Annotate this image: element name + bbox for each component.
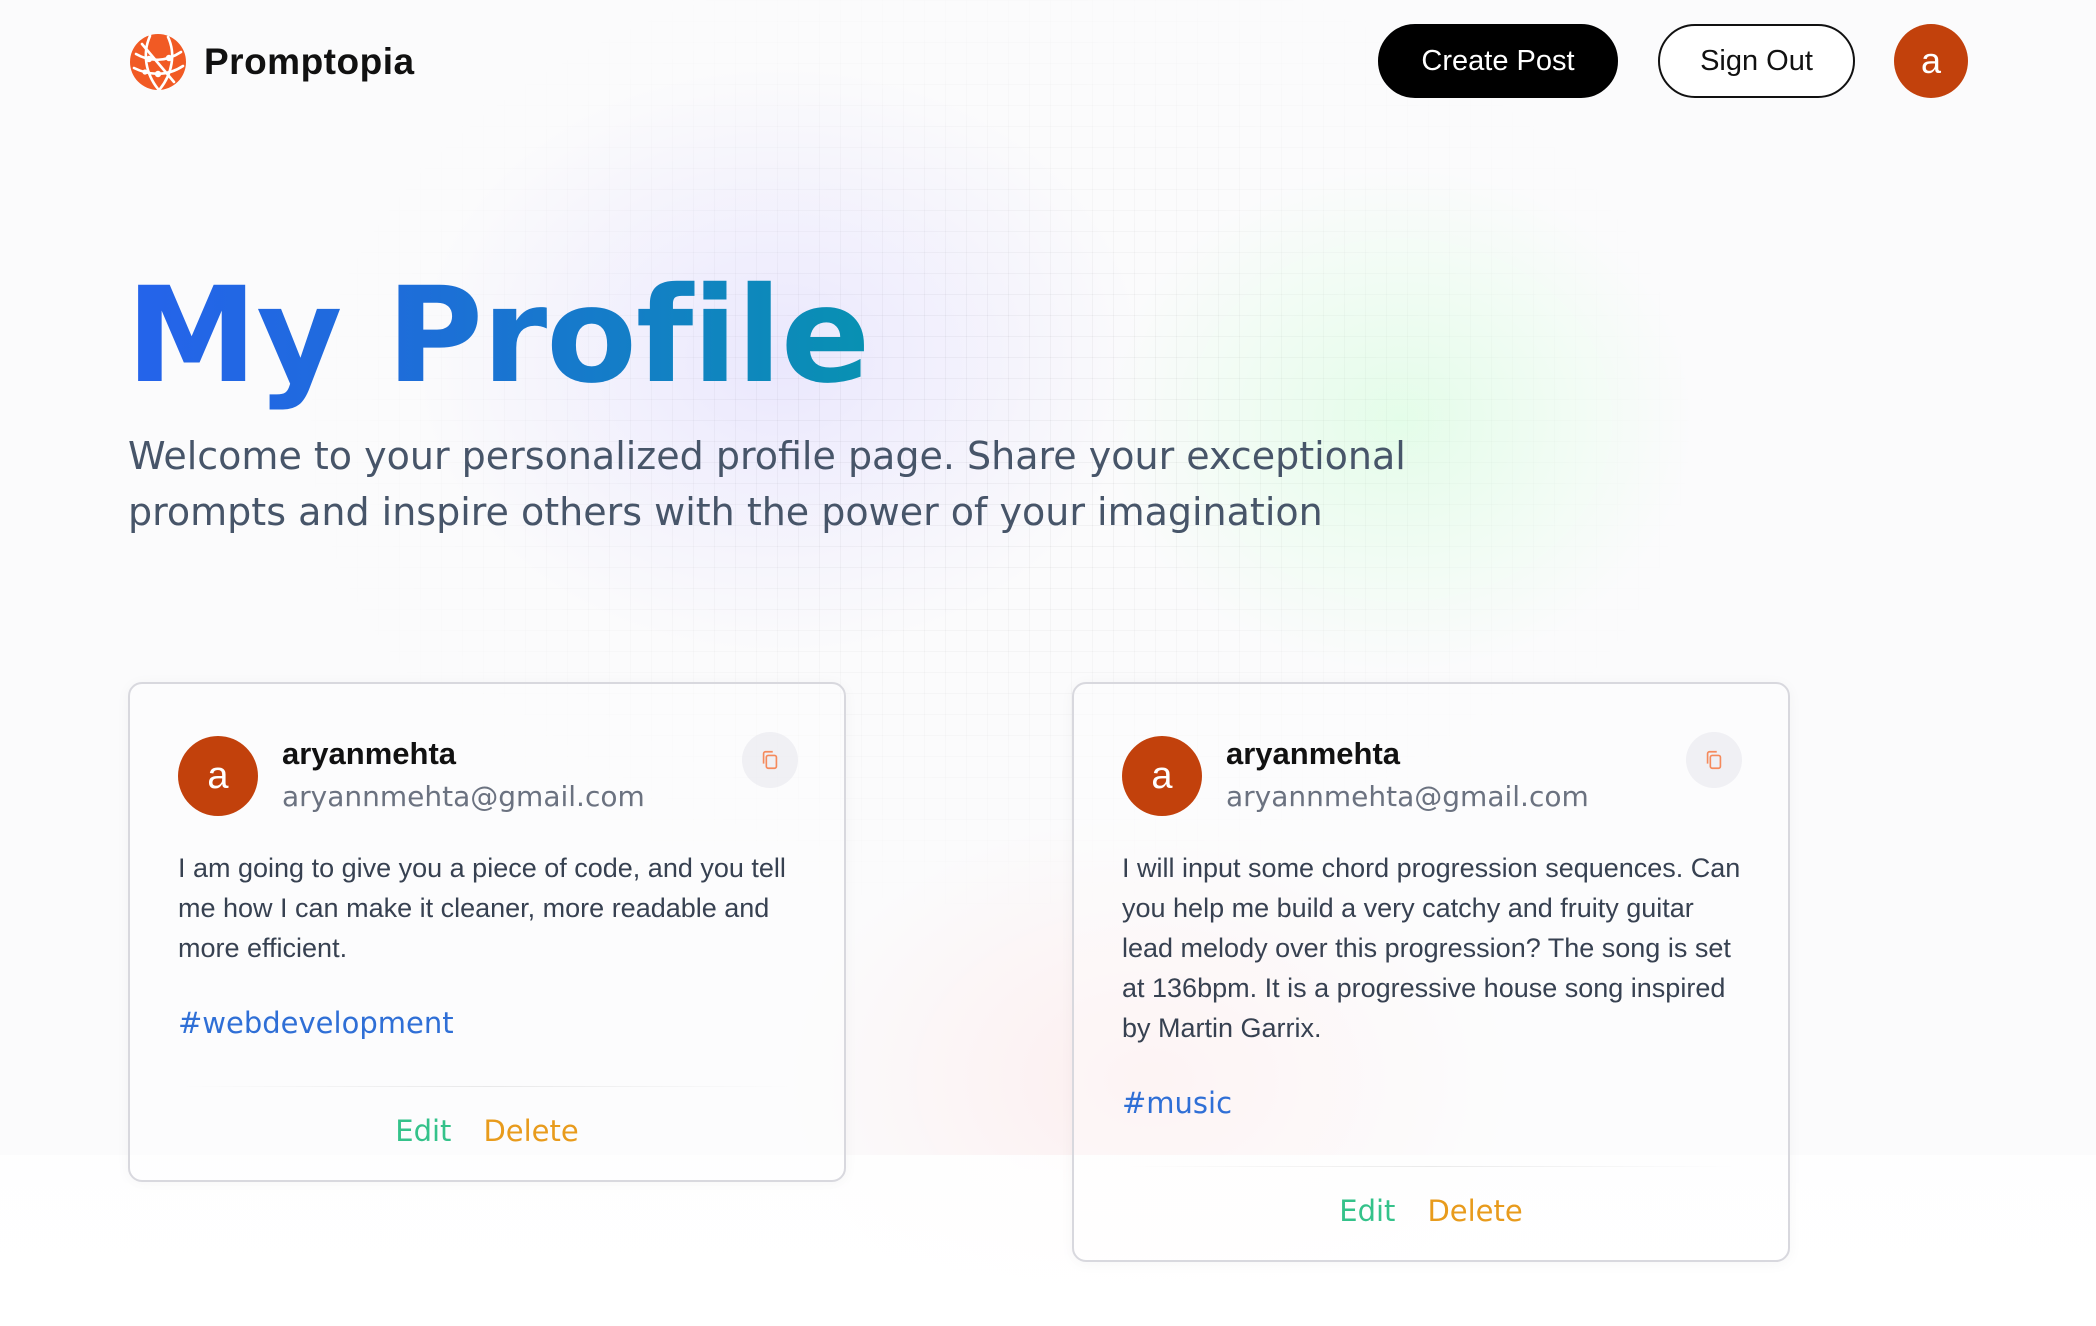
logo-icon [130, 33, 186, 90]
edit-button[interactable]: Edit [1339, 1194, 1395, 1228]
card-actions: Edit Delete [130, 1114, 844, 1148]
copy-icon [762, 750, 778, 770]
prompt-card: a aryanmehta aryannmehta@gmail.com I am … [128, 682, 846, 1182]
username: aryanmehta [1226, 736, 1401, 771]
user-avatar[interactable]: a [178, 736, 258, 816]
copy-icon [1706, 750, 1722, 770]
card-divider [178, 1086, 796, 1087]
user-avatar[interactable]: a [1122, 736, 1202, 816]
card-actions: Edit Delete [1074, 1194, 1788, 1228]
copy-button[interactable] [1686, 732, 1742, 788]
brand-name: Promptopia [204, 40, 415, 82]
copy-button[interactable] [742, 732, 798, 788]
top-nav: Promptopia Create Post Sign Out a [128, 23, 1968, 100]
page-description: Welcome to your personalized profile pag… [128, 434, 1406, 534]
edit-button[interactable]: Edit [395, 1114, 451, 1148]
sign-out-button[interactable]: Sign Out [1658, 24, 1855, 98]
username: aryanmehta [282, 736, 457, 771]
user-email: aryannmehta@gmail.com [282, 780, 645, 813]
prompt-tag[interactable]: #webdevelopment [178, 1006, 454, 1040]
profile-avatar-button[interactable]: a [1894, 24, 1968, 98]
delete-button[interactable]: Delete [1427, 1194, 1522, 1228]
page-title: My Profile [126, 256, 870, 416]
card-divider [1122, 1166, 1740, 1167]
create-post-button[interactable]: Create Post [1378, 24, 1618, 98]
prompt-tag[interactable]: #music [1122, 1086, 1232, 1120]
prompt-text: I will input some chord progression sequ… [1122, 853, 1741, 1043]
brand-link[interactable]: Promptopia [128, 23, 415, 100]
user-email: aryannmehta@gmail.com [1226, 780, 1589, 813]
prompt-card: a aryanmehta aryannmehta@gmail.com I wil… [1072, 682, 1790, 1262]
prompt-text: I am going to give you a piece of code, … [178, 853, 786, 963]
delete-button[interactable]: Delete [483, 1114, 578, 1148]
